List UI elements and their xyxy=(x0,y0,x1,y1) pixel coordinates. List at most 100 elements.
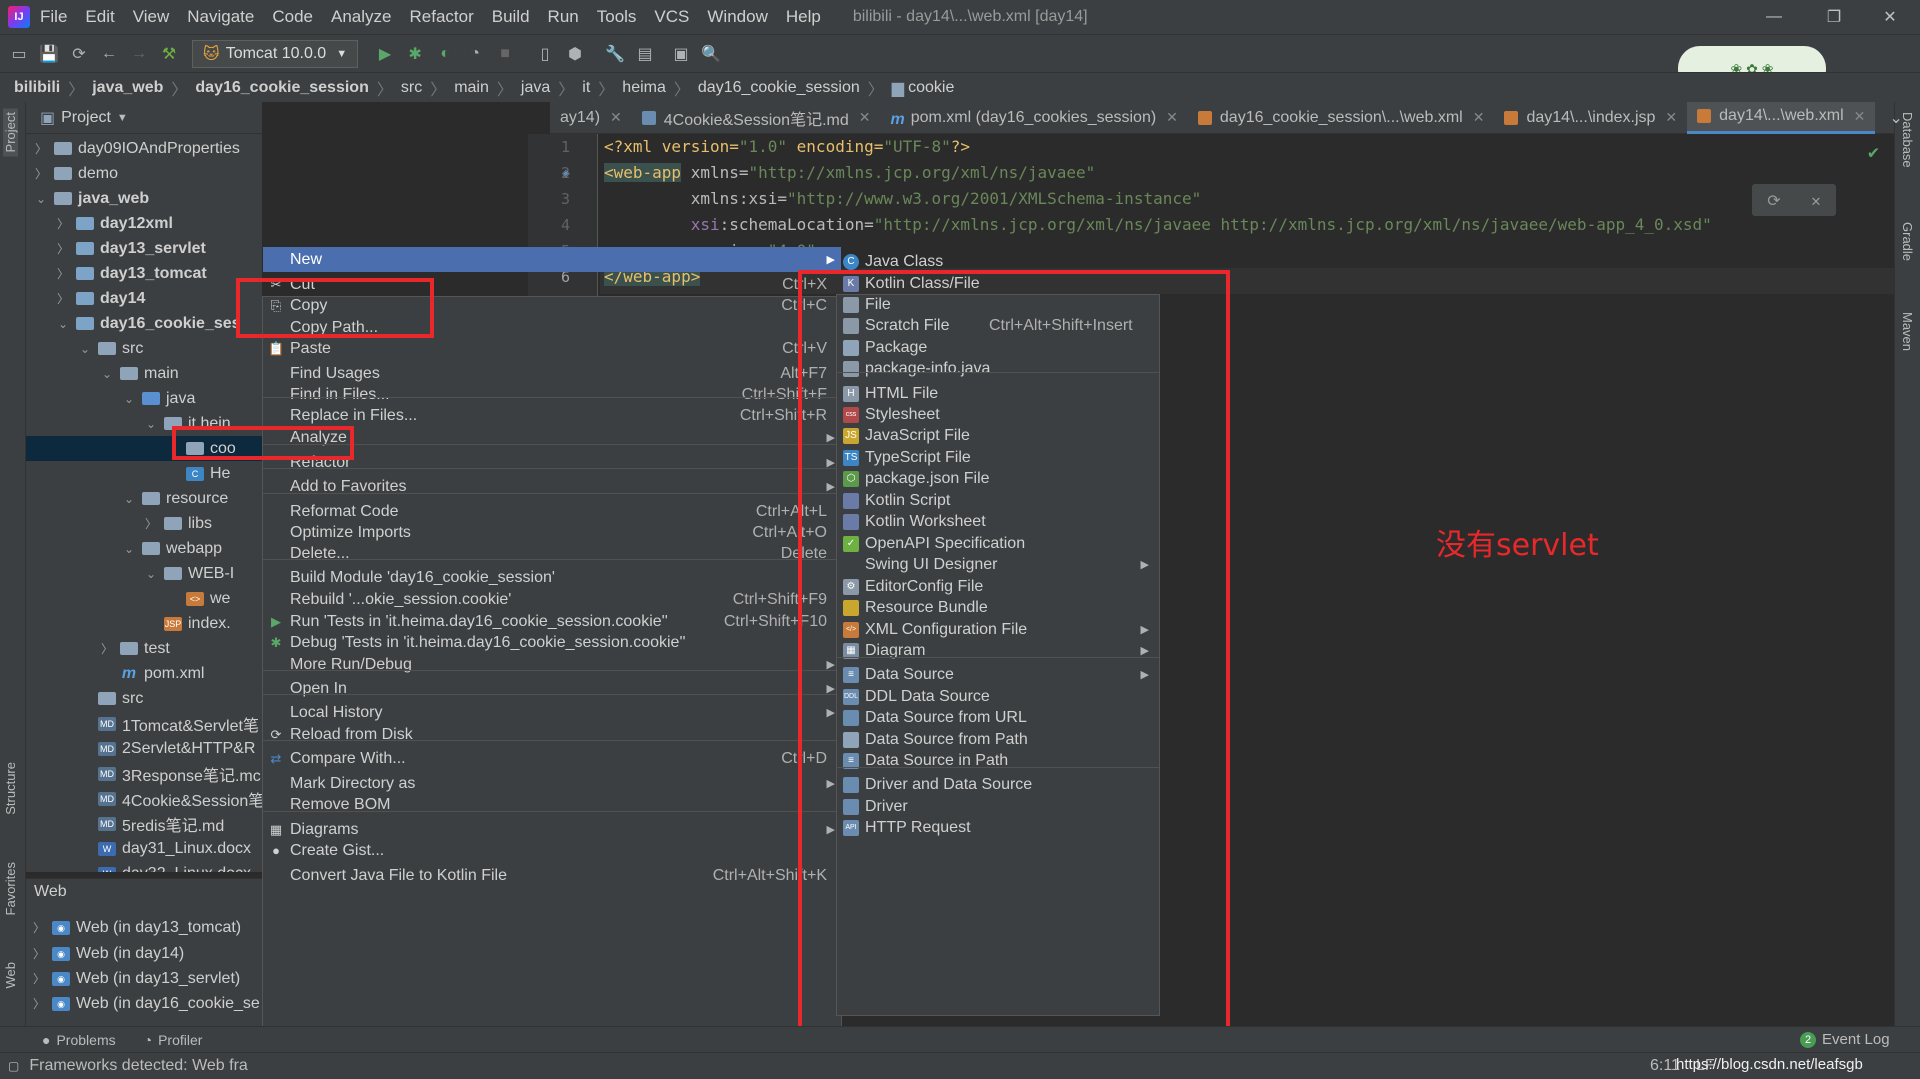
chevron-right-icon[interactable]: 〉 xyxy=(56,265,70,282)
chevron-right-icon[interactable]: 〉 xyxy=(34,165,48,182)
tree-item[interactable]: Wday31_Linux.docx xyxy=(78,836,251,861)
settings-wrench-icon[interactable]: 🔧 xyxy=(600,39,630,69)
tool-window-problems[interactable]: Problems xyxy=(56,1032,115,1048)
menu-file[interactable]: File xyxy=(40,7,67,27)
project-view-select[interactable]: Project xyxy=(61,109,111,127)
context-menu-item-paste[interactable]: 📋 Paste Ctrl+V xyxy=(263,336,841,361)
tree-item[interactable]: ⌄ WEB-I xyxy=(144,561,234,586)
search-icon[interactable]: 🔍 xyxy=(696,39,726,69)
context-menu-item-remove-bom[interactable]: Remove BOM xyxy=(263,792,841,817)
tree-item[interactable]: MD 1Tomcat&Servlet笔 xyxy=(78,711,259,736)
tool-window-maven[interactable]: Maven xyxy=(1900,312,1915,351)
terminal-icon[interactable]: ▣ xyxy=(666,39,696,69)
context-menu-item-add-to-favorites[interactable]: Add to Favorites ▶ xyxy=(263,474,841,499)
tree-item[interactable]: ⌄ java_web xyxy=(34,186,149,211)
status-message[interactable]: Frameworks detected: Web fra xyxy=(29,1057,247,1075)
menu-build[interactable]: Build xyxy=(492,7,530,27)
chevron-down-icon[interactable]: ⌄ xyxy=(122,392,136,406)
breadcrumb-item[interactable]: day16_cookie_session xyxy=(698,79,860,97)
context-menu-item-reload-from-disk[interactable]: ⟳ Reload from Disk xyxy=(263,722,841,747)
coverage-icon[interactable]: ◐ xyxy=(430,39,460,69)
context-menu-item-new[interactable]: New ▶ xyxy=(263,247,841,272)
open-folder-icon[interactable]: ▭ xyxy=(4,39,34,69)
close-icon[interactable]: ✕ xyxy=(1473,109,1485,126)
breadcrumb-item[interactable]: day16_cookie_session xyxy=(195,79,368,97)
chevron-right-icon[interactable]: 〉 xyxy=(56,240,70,257)
attach-icon[interactable]: ⬢ xyxy=(560,39,590,69)
menu-code[interactable]: Code xyxy=(272,7,313,27)
chevron-down-icon[interactable]: ⌄ xyxy=(78,342,92,356)
breadcrumb-item[interactable]: src xyxy=(401,79,422,97)
breadcrumb-item[interactable]: bilibili xyxy=(14,79,60,97)
tab-list-chevron-icon[interactable]: ⌄ xyxy=(1889,108,1902,128)
tree-item[interactable]: 〉 day13_servlet xyxy=(56,236,206,261)
tree-item[interactable]: JSP index. xyxy=(144,611,231,636)
menu-analyze[interactable]: Analyze xyxy=(331,7,391,27)
tree-item[interactable]: 〉 day09IOAndProperties xyxy=(34,136,240,161)
tree-item[interactable]: Wday32_Linux.docx xyxy=(78,861,251,872)
tool-window-profiler[interactable]: Profiler xyxy=(158,1032,202,1048)
chevron-down-icon[interactable]: ⌄ xyxy=(100,367,114,381)
tool-window-web[interactable]: Web xyxy=(3,962,18,989)
web-item[interactable]: 〉 ◉ Web (in day13_servlet) xyxy=(32,966,240,991)
tree-item[interactable]: C He xyxy=(166,461,230,486)
menu-refactor[interactable]: Refactor xyxy=(409,7,473,27)
tree-item[interactable]: ⌄ java xyxy=(122,386,195,411)
chevron-right-icon[interactable]: 〉 xyxy=(34,140,48,157)
chevron-down-icon[interactable]: ⌄ xyxy=(144,567,158,581)
tree-item[interactable]: 〉 demo xyxy=(34,161,118,186)
save-icon[interactable]: 💾 xyxy=(34,39,64,69)
tree-item[interactable]: 〉 day13_tomcat xyxy=(56,261,207,286)
deploy-icon[interactable]: ▯ xyxy=(530,39,560,69)
close-icon[interactable]: ✕ xyxy=(859,109,871,126)
web-item[interactable]: 〉 ◉ Web (in day14) xyxy=(32,941,184,966)
chevron-down-icon[interactable]: ⌄ xyxy=(122,492,136,506)
chevron-down-icon[interactable]: ⌄ xyxy=(56,317,70,331)
tool-window-structure[interactable]: Structure xyxy=(3,762,18,815)
tree-item[interactable]: ⌄ webapp xyxy=(122,536,222,561)
tree-item[interactable]: MD 2Servlet&HTTP&R xyxy=(78,736,255,761)
context-menu-item-compare-with[interactable]: ⇄ Compare With... Ctrl+D xyxy=(263,746,841,771)
close-icon[interactable]: ✕ xyxy=(1665,109,1677,126)
tab-pom-xml[interactable]: m pom.xml (day16_cookies_session) ✕ xyxy=(880,102,1187,134)
stop-icon[interactable]: ■ xyxy=(490,39,520,69)
tree-item[interactable]: m pom.xml xyxy=(100,661,205,686)
chevron-down-icon[interactable]: ⌄ xyxy=(144,417,158,431)
breadcrumb-item[interactable]: it xyxy=(582,79,590,97)
context-menu-item-open-in[interactable]: Open In ▶ xyxy=(263,676,841,701)
tree-item[interactable]: MD 5redis笔记.md xyxy=(78,811,224,836)
close-icon[interactable]: ✕ xyxy=(1811,191,1821,210)
project-structure-icon[interactable]: ▤ xyxy=(630,39,660,69)
close-window-icon[interactable]: ✕ xyxy=(1860,0,1920,34)
breadcrumb-item[interactable]: main xyxy=(454,79,489,97)
breadcrumb-item[interactable]: cookie xyxy=(908,79,954,97)
tree-item[interactable]: ⌄ main xyxy=(100,361,179,386)
breadcrumb-item[interactable]: java_web xyxy=(92,79,163,97)
tool-window-favorites[interactable]: Favorites xyxy=(3,862,18,915)
build-hammer-icon[interactable]: ⚒ xyxy=(154,39,184,69)
sync-icon[interactable]: ⟳ xyxy=(64,39,94,69)
tab-day16-web-xml[interactable]: day16_cookie_session\...\web.xml ✕ xyxy=(1188,102,1495,134)
tree-item[interactable]: src xyxy=(78,686,143,711)
tab-cookie-session-md[interactable]: 4Cookie&Session笔记.md ✕ xyxy=(632,102,881,134)
tab-day14-web-xml[interactable]: day14\...\web.xml ✕ xyxy=(1687,101,1876,134)
restore-icon[interactable]: ❐ xyxy=(1804,0,1864,34)
chevron-down-icon[interactable]: ⌄ xyxy=(122,542,136,556)
chevron-right-icon[interactable]: 〉 xyxy=(144,515,158,532)
menu-edit[interactable]: Edit xyxy=(85,7,114,27)
menu-run[interactable]: Run xyxy=(548,7,579,27)
tool-window-gradle[interactable]: Gradle xyxy=(1900,222,1915,261)
tab-day14-index-jsp[interactable]: day14\...\index.jsp ✕ xyxy=(1494,102,1687,134)
debug-icon[interactable]: ✱ xyxy=(400,39,430,69)
close-icon[interactable]: ✕ xyxy=(610,109,622,126)
chevron-right-icon[interactable]: 〉 xyxy=(56,215,70,232)
breadcrumb-item[interactable]: java xyxy=(521,79,550,97)
tool-window-project[interactable]: Project xyxy=(3,108,18,157)
tab-day14-xml-partial[interactable]: ay14) ✕ xyxy=(550,102,632,134)
context-menu-item-delete[interactable]: Delete... Delete xyxy=(263,541,841,566)
breadcrumb-item[interactable]: heima xyxy=(622,79,666,97)
tree-item[interactable]: MD 3Response笔记.mc xyxy=(78,761,261,786)
run-configuration-select[interactable]: 🐱 Tomcat 10.0.0 ▼ xyxy=(192,39,359,68)
chevron-down-icon[interactable]: ⌄ xyxy=(34,192,48,206)
chevron-right-icon[interactable]: 〉 xyxy=(56,290,70,307)
